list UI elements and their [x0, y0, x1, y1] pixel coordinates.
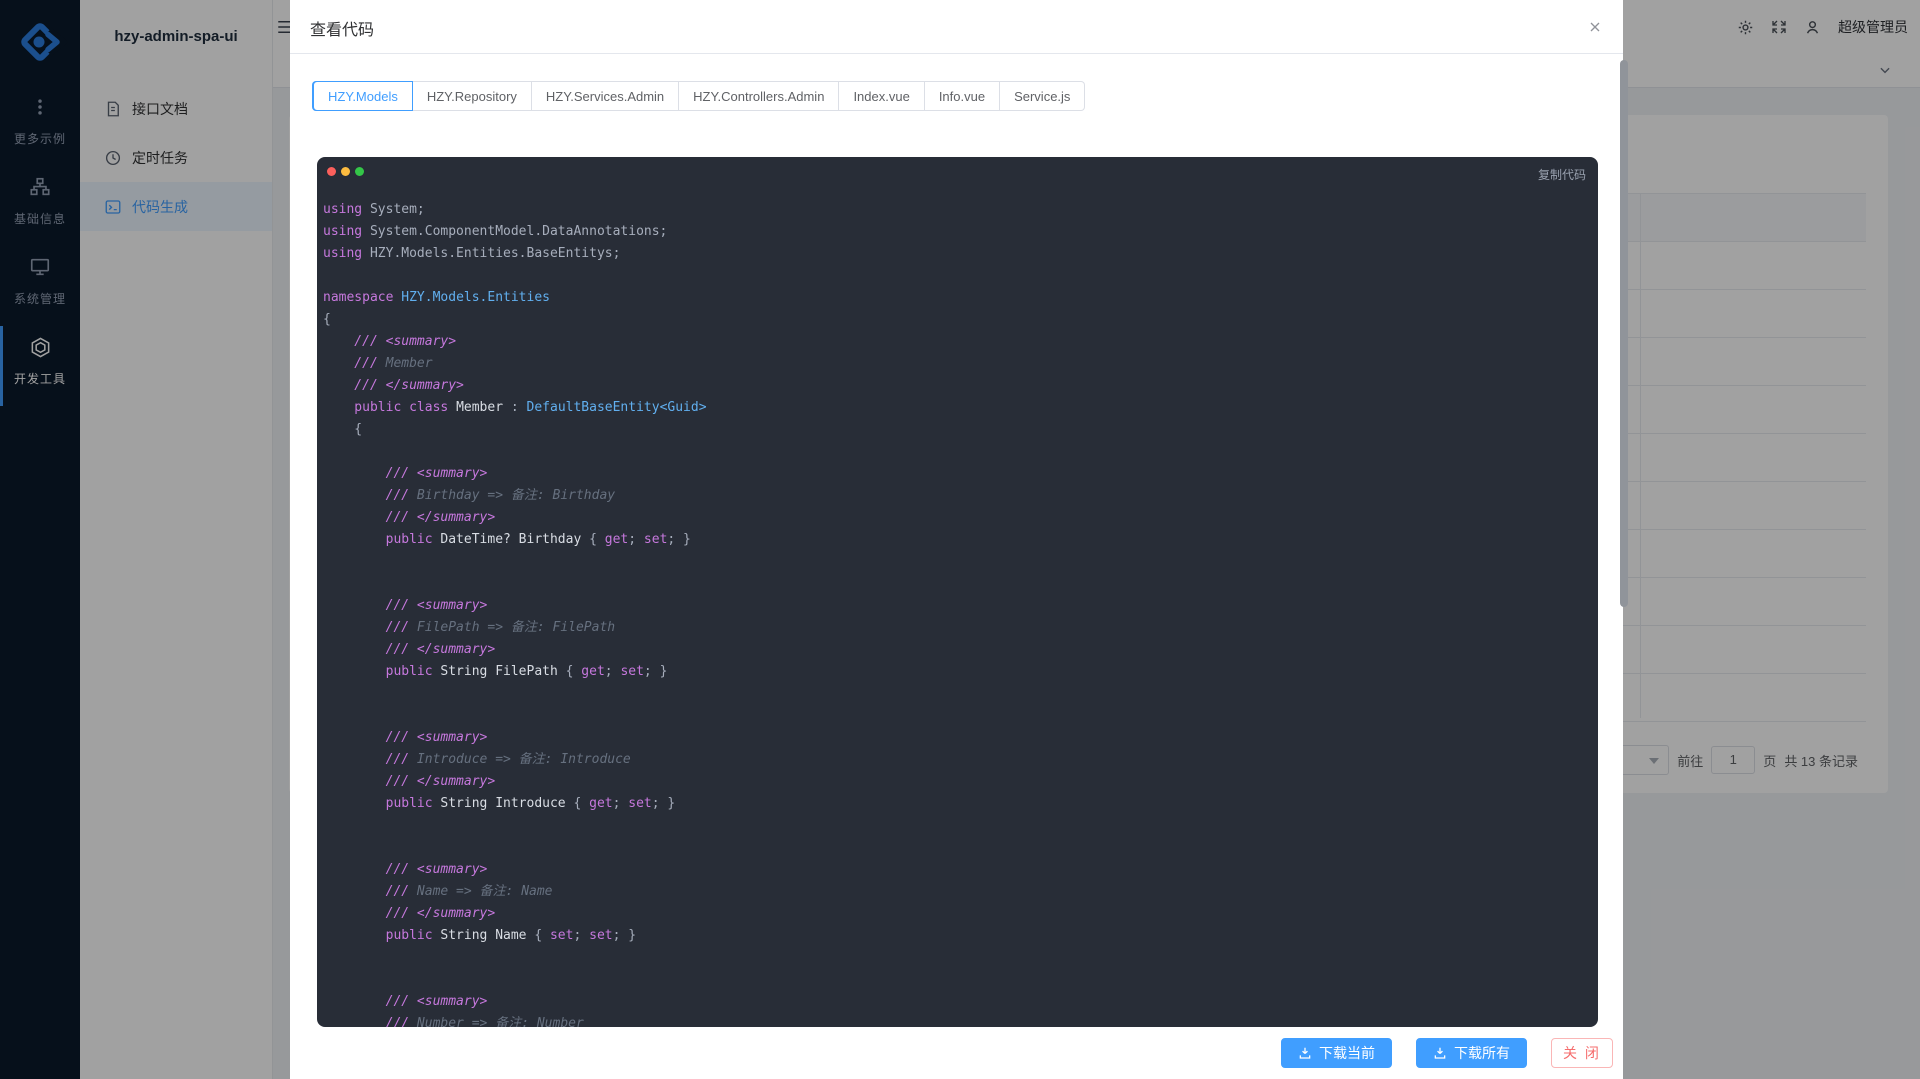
tab-hzy-models[interactable]: HZY.Models — [313, 81, 413, 111]
code-line: /// </summary> — [323, 771, 1592, 793]
tab-hzy-controllers-admin[interactable]: HZY.Controllers.Admin — [679, 81, 839, 111]
code-line: public String Name { set; set; } — [323, 925, 1592, 947]
code-line: /// </summary> — [323, 903, 1592, 925]
code-line: { — [323, 419, 1592, 441]
code-line — [323, 837, 1592, 859]
code-line: public String Introduce { get; set; } — [323, 793, 1592, 815]
code-line: { — [323, 309, 1592, 331]
tab-index-vue[interactable]: Index.vue — [839, 81, 924, 111]
code-line: /// Birthday => 备注: Birthday — [323, 485, 1592, 507]
green-dot-icon — [355, 167, 364, 176]
code-line — [323, 551, 1592, 573]
code-block: 复制代码 using System;using System.Component… — [317, 157, 1598, 1027]
dialog-title: 查看代码 — [310, 16, 374, 40]
code-line: /// </summary> — [323, 507, 1592, 529]
yellow-dot-icon — [341, 167, 350, 176]
app-root: 更多示例基础信息系统管理开发工具 hzy-admin-spa-ui 接口文档定时… — [0, 0, 1920, 1079]
window-dots-icon — [327, 167, 364, 176]
tab-hzy-services-admin[interactable]: HZY.Services.Admin — [532, 81, 679, 111]
code-line — [323, 815, 1592, 837]
code-file-tabs: HZY.ModelsHZY.RepositoryHZY.Services.Adm… — [313, 81, 1085, 111]
code-line: /// Number => 备注: Number — [323, 1013, 1592, 1027]
code-line: namespace HZY.Models.Entities — [323, 287, 1592, 309]
download-all-button[interactable]: 下载所有 — [1416, 1038, 1527, 1068]
code-line: /// Name => 备注: Name — [323, 881, 1592, 903]
code-line — [323, 265, 1592, 287]
code-line: /// <summary> — [323, 331, 1592, 353]
scrollbar-thumb[interactable] — [1620, 60, 1628, 607]
code-line: /// Member — [323, 353, 1592, 375]
close-button[interactable]: 关 闭 — [1551, 1038, 1613, 1068]
code-line: /// </summary> — [323, 375, 1592, 397]
code-line — [323, 573, 1592, 595]
code-line: /// <summary> — [323, 991, 1592, 1013]
dialog-footer: 下载当前 下载所有 关 闭 — [1281, 1038, 1613, 1068]
code-line: /// <summary> — [323, 727, 1592, 749]
code-line — [323, 947, 1592, 969]
red-dot-icon — [327, 167, 336, 176]
code-line — [323, 969, 1592, 991]
code-content: using System;using System.ComponentModel… — [323, 199, 1592, 1027]
tab-hzy-repository[interactable]: HZY.Repository — [413, 81, 532, 111]
close-icon[interactable] — [1583, 15, 1607, 39]
code-line: public String FilePath { get; set; } — [323, 661, 1592, 683]
code-line: public DateTime? Birthday { get; set; } — [323, 529, 1592, 551]
dialog-header: 查看代码 — [290, 0, 1623, 54]
view-code-dialog: 查看代码 HZY.ModelsHZY.RepositoryHZY.Service… — [290, 0, 1623, 1079]
code-line: /// <summary> — [323, 463, 1592, 485]
code-line — [323, 441, 1592, 463]
code-line: /// </summary> — [323, 639, 1592, 661]
code-line — [323, 705, 1592, 727]
copy-code-button[interactable]: 复制代码 — [1538, 166, 1586, 183]
code-line: using System.ComponentModel.DataAnnotati… — [323, 221, 1592, 243]
code-line — [323, 683, 1592, 705]
code-line: using HZY.Models.Entities.BaseEntitys; — [323, 243, 1592, 265]
code-line: /// <summary> — [323, 595, 1592, 617]
tab-service-js[interactable]: Service.js — [1000, 81, 1085, 111]
tab-info-vue[interactable]: Info.vue — [925, 81, 1000, 111]
code-line: /// FilePath => 备注: FilePath — [323, 617, 1592, 639]
code-line: /// <summary> — [323, 859, 1592, 881]
download-current-button[interactable]: 下载当前 — [1281, 1038, 1392, 1068]
code-line: using System; — [323, 199, 1592, 221]
code-line: /// Introduce => 备注: Introduce — [323, 749, 1592, 771]
code-line: public class Member : DefaultBaseEntity<… — [323, 397, 1592, 419]
